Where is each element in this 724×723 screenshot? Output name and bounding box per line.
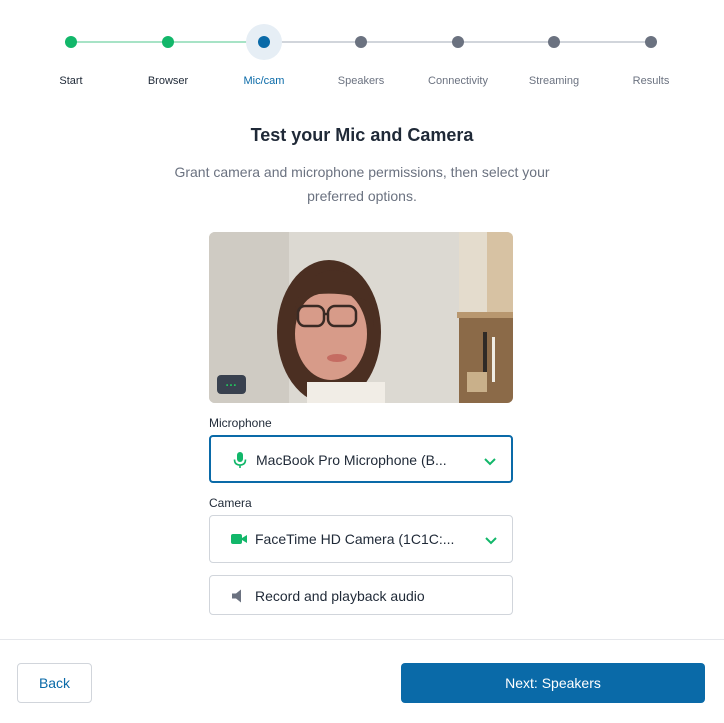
chevron-down-icon <box>485 537 497 545</box>
camera-feed-image <box>209 232 513 403</box>
back-button[interactable]: Back <box>17 663 92 703</box>
step-label: Connectivity <box>428 75 488 87</box>
camera-value: FaceTime HD Camera (1C1C:... <box>255 531 455 547</box>
step-label: Results <box>632 75 670 87</box>
step-dot <box>452 36 464 48</box>
step-label: Streaming <box>528 75 580 87</box>
microphone-icon <box>233 452 247 468</box>
footer-divider <box>0 639 724 640</box>
step-label: Start <box>59 75 83 87</box>
step-dot <box>258 36 270 48</box>
camera-select[interactable]: FaceTime HD Camera (1C1C:... <box>209 515 513 563</box>
page-subtitle: Grant camera and microphone permissions,… <box>174 164 550 204</box>
step-dot <box>162 36 174 48</box>
video-camera-icon <box>231 534 247 544</box>
record-playback-label: Record and playback audio <box>255 588 425 604</box>
microphone-value: MacBook Pro Microphone (B... <box>256 452 447 468</box>
step-label: Mic/cam <box>243 75 285 87</box>
step-dot <box>355 36 367 48</box>
step-dot <box>65 36 77 48</box>
progress-stepper: Start Browser Mic/cam Speakers Connectiv… <box>0 0 724 100</box>
speaker-icon <box>232 589 241 603</box>
camera-label: Camera <box>209 496 252 510</box>
record-playback-button[interactable]: Record and playback audio <box>209 575 513 615</box>
camera-preview: … <box>209 232 513 403</box>
chevron-down-icon <box>484 458 496 466</box>
next-speakers-button[interactable]: Next: Speakers <box>401 663 705 703</box>
step-label: Speakers <box>337 75 385 87</box>
page-title: Test your Mic and Camera <box>250 125 474 145</box>
step-dot <box>548 36 560 48</box>
step-label: Browser <box>147 75 189 87</box>
step-dot <box>645 36 657 48</box>
microphone-label: Microphone <box>209 416 272 430</box>
microphone-select[interactable]: MacBook Pro Microphone (B... <box>209 435 513 483</box>
video-options-button[interactable]: … <box>217 375 246 394</box>
